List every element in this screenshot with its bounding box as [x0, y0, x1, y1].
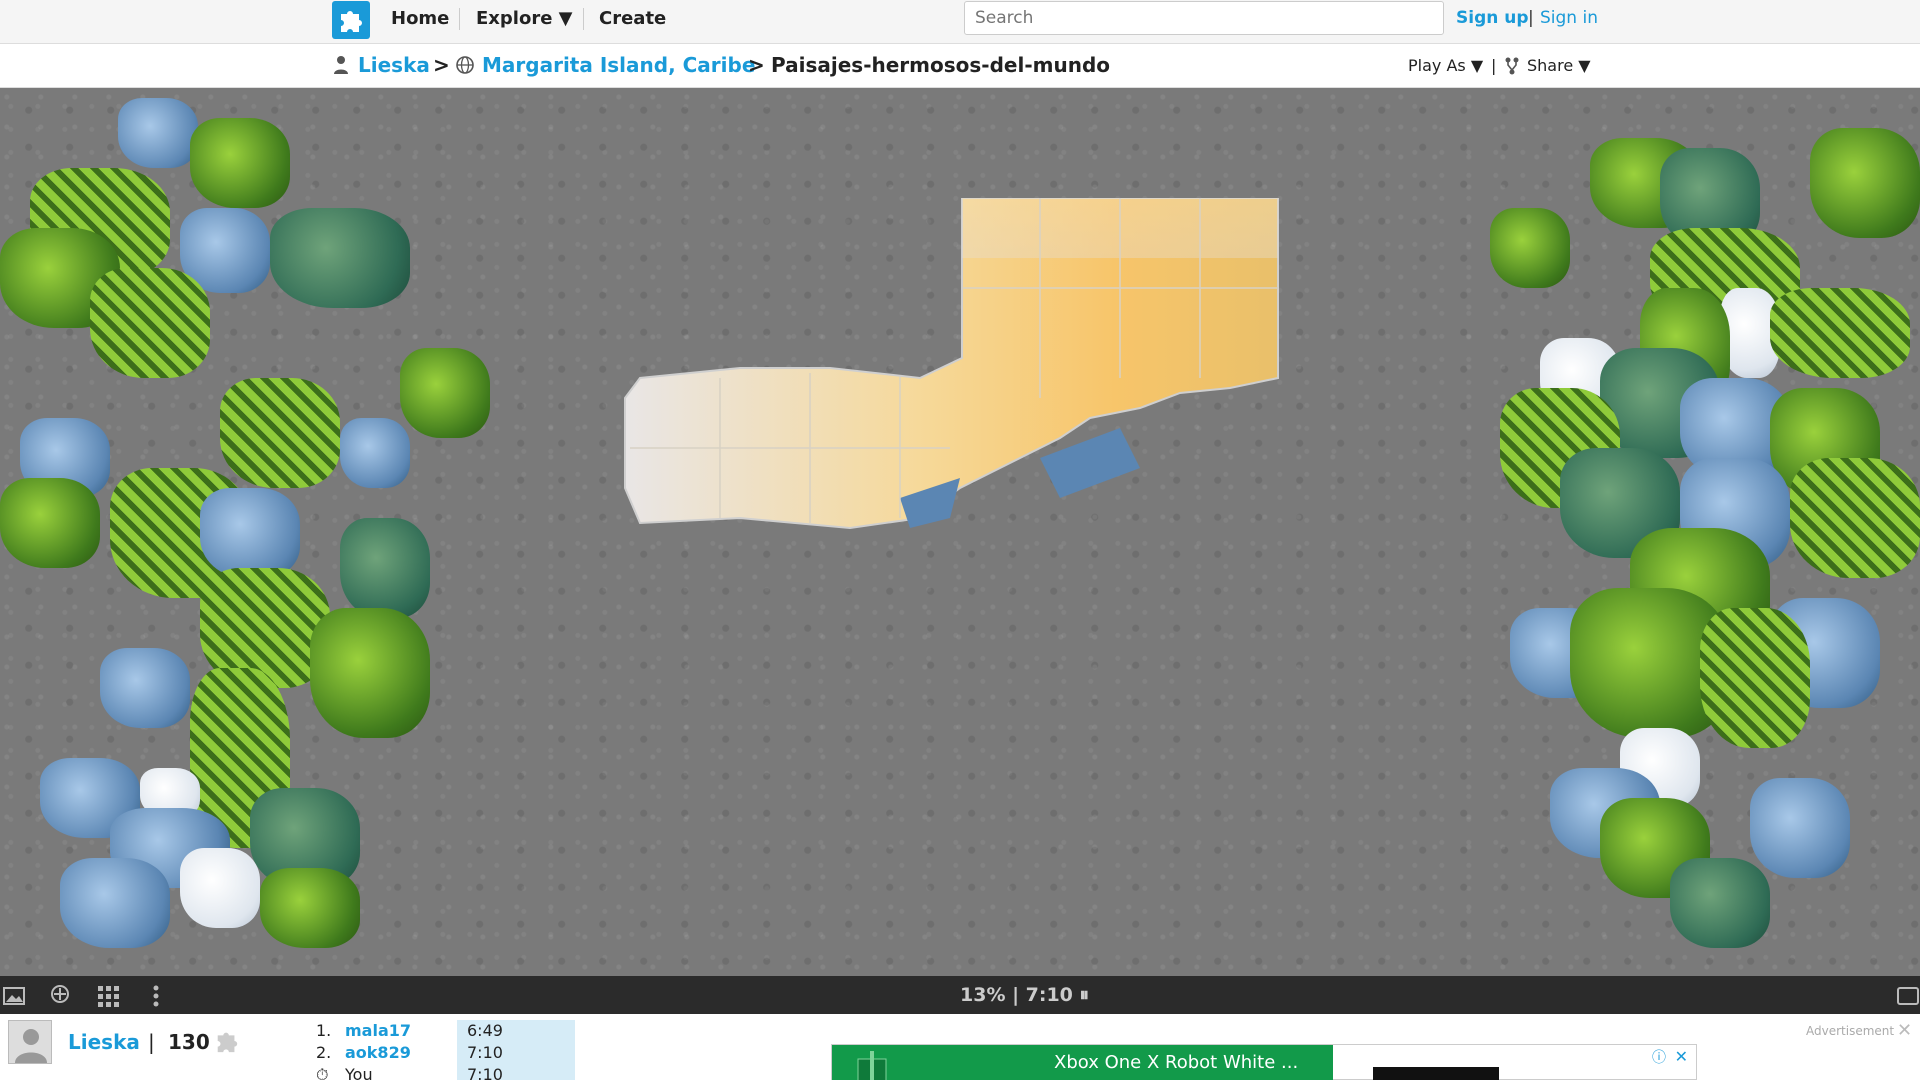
globe-icon: [456, 56, 474, 74]
nav-divider: [583, 8, 584, 30]
ghost-image-icon[interactable]: [48, 984, 72, 1008]
puzzle-piece[interactable]: [90, 268, 210, 378]
fullscreen-icon[interactable]: [1896, 984, 1920, 1008]
nav-explore[interactable]: Explore ▼: [476, 8, 573, 30]
puzzle-piece[interactable]: [100, 648, 190, 728]
auth-divider: |: [1528, 8, 1534, 28]
player-divider: |: [148, 1030, 155, 1054]
search-input[interactable]: [964, 1, 1444, 35]
ad-product-image[interactable]: [1373, 1067, 1499, 1080]
nav-home[interactable]: Home: [391, 8, 449, 30]
nav-create[interactable]: Create: [599, 8, 666, 30]
puzzle-piece[interactable]: [1770, 288, 1910, 378]
grid-sort-icon[interactable]: [96, 984, 120, 1008]
puzzle-piece[interactable]: [220, 378, 340, 488]
breadcrumb: Lieska > Margarita Island, Caribe > Pais…: [0, 44, 1920, 88]
puzzle-piece[interactable]: [1700, 608, 1810, 748]
player-score: 130: [168, 1030, 210, 1054]
nav-divider: [459, 8, 460, 30]
user-placeholder-icon: [15, 1029, 47, 1063]
timer-icon: ⏱: [316, 1065, 329, 1080]
puzzle-board[interactable]: [0, 88, 1920, 976]
leaderboard-name[interactable]: mala17: [345, 1020, 411, 1042]
ad-close-icon[interactable]: ✕: [1897, 1020, 1912, 1041]
puzzle-piece[interactable]: [118, 98, 198, 168]
puzzle-piece[interactable]: [1670, 858, 1770, 948]
leaderboard-time: 6:49: [457, 1020, 575, 1042]
breadcrumb-puzzle-title: Paisajes-hermosos-del-mundo: [771, 53, 1111, 77]
more-options-icon[interactable]: [144, 984, 168, 1008]
breadcrumb-user[interactable]: Lieska: [358, 53, 430, 77]
puzzle-piece[interactable]: [190, 118, 290, 208]
leaderboard-time: 7:10: [457, 1064, 575, 1080]
ad-green-panel[interactable]: Xbox One X Robot White ...: [832, 1045, 1333, 1080]
player-name[interactable]: Lieska: [68, 1030, 140, 1054]
progress-timer[interactable]: 13% | 7:10 ⏸: [960, 984, 1089, 1006]
puzzle-piece[interactable]: [1790, 458, 1920, 578]
ad-dismiss-icon[interactable]: ✕: [1675, 1047, 1688, 1066]
assembled-puzzle-section[interactable]: [620, 198, 1290, 538]
advertisement-label: Advertisement: [1806, 1024, 1895, 1038]
breadcrumb-collection[interactable]: Margarita Island, Caribe: [482, 53, 755, 77]
user-icon: [334, 56, 348, 74]
puzzle-piece[interactable]: [1490, 208, 1570, 288]
ad-info-icon[interactable]: ⓘ: [1652, 1047, 1666, 1067]
signin-link[interactable]: Sign in: [1540, 8, 1598, 28]
puzzle-piece[interactable]: [1810, 128, 1920, 238]
jigsaw-logo-icon[interactable]: [332, 1, 370, 39]
puzzle-piece-icon: [217, 1032, 238, 1053]
toolbar-divider: |: [1491, 56, 1497, 75]
leaderboard-rank: 2.: [316, 1043, 332, 1062]
image-preview-icon[interactable]: [2, 984, 26, 1008]
puzzle-piece[interactable]: [400, 348, 490, 438]
puzzle-piece[interactable]: [180, 848, 260, 928]
play-as-dropdown[interactable]: Play As ▼: [1408, 56, 1483, 75]
leaderboard-name: You: [345, 1065, 373, 1080]
leaderboard-name[interactable]: aok829: [345, 1042, 411, 1064]
leaderboard-rank: 1.: [316, 1021, 332, 1040]
puzzle-piece[interactable]: [260, 868, 360, 948]
ad-title[interactable]: Xbox One X Robot White ...: [1054, 1052, 1298, 1073]
leaderboard-time: 7:10: [457, 1042, 575, 1064]
breadcrumb-separator: >: [748, 53, 765, 77]
share-icon[interactable]: [1504, 56, 1520, 76]
avatar[interactable]: [8, 1020, 52, 1064]
breadcrumb-separator: >: [433, 53, 450, 77]
puzzle-piece[interactable]: [340, 418, 410, 488]
puzzle-piece[interactable]: [1750, 778, 1850, 878]
puzzle-piece[interactable]: [200, 488, 300, 578]
puzzle-piece[interactable]: [0, 478, 100, 568]
puzzle-piece[interactable]: [340, 518, 430, 618]
puzzle-piece[interactable]: [60, 858, 170, 948]
share-dropdown[interactable]: Share ▼: [1527, 56, 1591, 75]
advertisement-banner[interactable]: Xbox One X Robot White ... ⓘ ✕: [831, 1044, 1697, 1080]
puzzle-piece[interactable]: [310, 608, 430, 738]
gift-icon: [857, 1051, 887, 1080]
top-nav-bar: Home Explore ▼ Create Sign up | Sign in: [0, 0, 1920, 44]
bottom-toolbar: 13% | 7:10 ⏸: [0, 976, 1920, 1014]
signup-link[interactable]: Sign up: [1456, 8, 1529, 28]
leaderboard-panel: Lieska | 130 1. mala17 6:49 2. aok829 7:…: [0, 1014, 1920, 1080]
puzzle-piece[interactable]: [270, 208, 410, 308]
